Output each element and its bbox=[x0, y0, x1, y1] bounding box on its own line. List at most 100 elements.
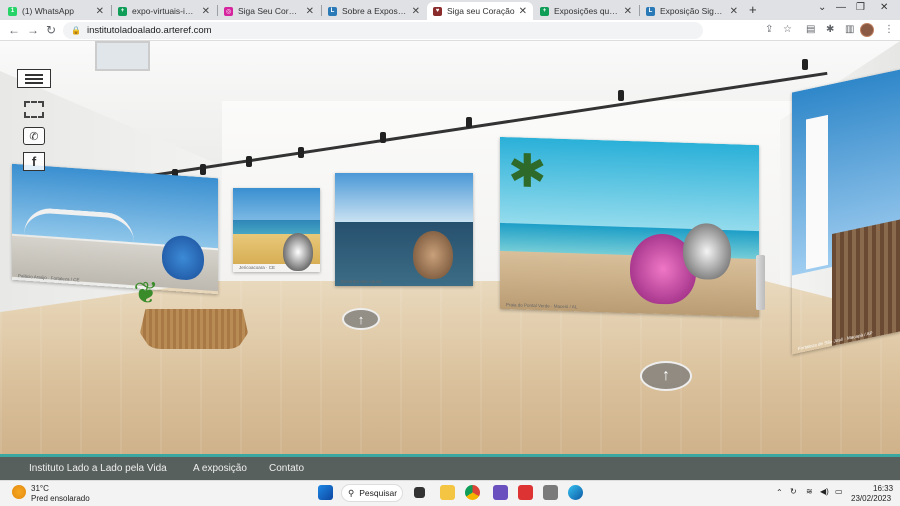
minimize-icon[interactable]: — bbox=[836, 2, 846, 13]
close-tab-icon[interactable]: ✕ bbox=[730, 6, 738, 17]
tab-label: Exposições que não p bbox=[554, 6, 620, 16]
menu-bars bbox=[25, 73, 43, 84]
avatar[interactable] bbox=[860, 23, 874, 37]
battery-icon[interactable]: ▭ bbox=[835, 487, 843, 496]
weather-icon[interactable] bbox=[12, 485, 26, 499]
windows-start-icon[interactable] bbox=[318, 485, 333, 500]
close-tab-icon[interactable]: ✕ bbox=[202, 6, 210, 17]
search-icon: ⚲ bbox=[348, 487, 355, 498]
volume-icon[interactable]: ◀) bbox=[820, 487, 829, 496]
temperature[interactable]: 31°C bbox=[31, 484, 49, 493]
heart-sculpture bbox=[683, 222, 731, 281]
facebook-icon[interactable]: f bbox=[23, 152, 45, 171]
more-options-icon[interactable]: ⋮ bbox=[884, 24, 894, 35]
white-tower bbox=[806, 114, 828, 270]
restore-icon[interactable]: ❐ bbox=[856, 2, 865, 13]
tab-label: Sobre a Exposição Sig bbox=[342, 6, 408, 16]
wooden-bench bbox=[140, 309, 248, 349]
artwork-panel-fortaleza-sao-jose[interactable]: Fortaleza de São José · Macapá / AP bbox=[792, 69, 900, 355]
spotlight bbox=[380, 132, 386, 143]
url-text: institutoladoalado.arteref.com bbox=[86, 25, 212, 36]
clock-time[interactable]: 16:33 bbox=[873, 484, 893, 493]
gallery-viewport[interactable]: Palácio Araújo · Fortaleza / CE Jericoac… bbox=[0, 41, 900, 454]
footer-link-contato[interactable]: Contato bbox=[269, 463, 304, 474]
tab-exposicao-siga[interactable]: L Exposição Siga - Insti ✕ bbox=[640, 2, 744, 20]
search-label: Pesquisar bbox=[359, 488, 398, 498]
fullscreen-frame bbox=[24, 101, 44, 118]
edge-icon[interactable] bbox=[568, 485, 583, 500]
taskbar-search[interactable]: ⚲ Pesquisar bbox=[341, 484, 403, 502]
footer-link-exposicao[interactable]: A exposição bbox=[193, 463, 247, 474]
windows-taskbar: 31°C Pred ensolarado ⚲ Pesquisar ⌃ ↻ ≋ ◀… bbox=[0, 480, 900, 506]
chrome-icon[interactable] bbox=[465, 485, 480, 500]
close-tab-icon[interactable]: ✕ bbox=[306, 6, 314, 17]
star-icon[interactable]: ☆ bbox=[783, 24, 792, 35]
palm-tree: ✱ bbox=[508, 144, 547, 198]
sync-icon[interactable]: ↻ bbox=[790, 487, 797, 496]
heart-sculpture bbox=[413, 231, 453, 279]
spotlight bbox=[298, 147, 304, 158]
browser-toolbar: ← → ↻ 🔒 institutoladoalado.arteref.com ⇪… bbox=[0, 20, 900, 41]
extensions-icon[interactable]: ✱ bbox=[826, 24, 834, 35]
tab-label: Siga seu Coração bbox=[447, 6, 515, 16]
plus-icon[interactable]: + bbox=[749, 2, 757, 17]
tab-label: Exposição Siga - Insti bbox=[660, 6, 726, 16]
tab-exposicoes[interactable]: + Exposições que não p ✕ bbox=[534, 2, 638, 20]
close-window-icon[interactable]: ✕ bbox=[880, 2, 888, 13]
browser-tab-strip: 1 (1) WhatsApp ✕ + expo-virtuais-instagr… bbox=[0, 0, 900, 20]
spotlight bbox=[246, 156, 252, 167]
fullscreen-icon[interactable] bbox=[23, 100, 45, 119]
forward-icon[interactable]: → bbox=[27, 23, 39, 37]
arrow-up-icon[interactable]: ↑ bbox=[640, 361, 692, 391]
reload-icon[interactable]: ↻ bbox=[46, 23, 56, 37]
wooden-deck bbox=[832, 219, 900, 346]
file-explorer-icon[interactable] bbox=[440, 485, 455, 500]
app-icon[interactable] bbox=[543, 485, 558, 500]
share-icon[interactable]: ⇪ bbox=[765, 24, 773, 35]
close-tab-icon[interactable]: ✕ bbox=[412, 6, 420, 17]
whatsapp-icon[interactable]: ✆ bbox=[23, 127, 45, 145]
tab-whatsapp[interactable]: 1 (1) WhatsApp ✕ bbox=[2, 2, 110, 20]
sheets-favicon-icon: + bbox=[540, 6, 549, 16]
tab-sobre-exposicao[interactable]: L Sobre a Exposição Sig ✕ bbox=[322, 2, 426, 20]
arrow-up-icon[interactable]: ↑ bbox=[342, 308, 380, 330]
hamburger-icon[interactable] bbox=[17, 69, 51, 88]
panel-sky bbox=[335, 173, 473, 224]
artwork-panel-pontal-verde[interactable]: ✱ Praia do Pontal Verde · Maceió / AL bbox=[500, 136, 759, 318]
reading-list-icon[interactable]: ▤ bbox=[806, 24, 815, 35]
tab-expo-virtuais[interactable]: + expo-virtuais-instagra ✕ bbox=[112, 2, 216, 20]
back-icon[interactable]: ← bbox=[8, 23, 20, 37]
artwork-panel-encontro-das-aguas[interactable]: Encontro das Águas bbox=[335, 173, 473, 286]
speaker bbox=[756, 255, 765, 310]
site-footer: Instituto Lado a Lado pela Vida A exposi… bbox=[0, 454, 900, 480]
site-favicon-icon: L bbox=[646, 6, 655, 16]
heart-sculpture bbox=[283, 233, 313, 271]
tab-label: (1) WhatsApp bbox=[22, 6, 74, 16]
clock-date[interactable]: 23/02/2023 bbox=[851, 494, 891, 503]
artwork-panel-jericoacoara[interactable]: Jericoacoara · CE bbox=[233, 188, 320, 272]
task-view-icon[interactable] bbox=[414, 487, 425, 498]
lock-icon: 🔒 bbox=[71, 26, 81, 35]
app-icon[interactable] bbox=[493, 485, 508, 500]
artwork-panel-palacio[interactable]: Palácio Araújo · Fortaleza / CE bbox=[12, 163, 218, 294]
spotlight bbox=[200, 164, 206, 175]
sheets-favicon-icon: + bbox=[118, 6, 127, 16]
chevron-down-icon[interactable]: ⌄ bbox=[818, 2, 826, 13]
weather-description[interactable]: Pred ensolarado bbox=[31, 494, 90, 503]
chevron-up-icon[interactable]: ⌃ bbox=[776, 488, 783, 497]
spotlight bbox=[802, 59, 808, 70]
artwork-caption: Encontro das Águas bbox=[341, 279, 382, 284]
footer-link-instituto[interactable]: Instituto Lado a Lado pela Vida bbox=[29, 463, 167, 474]
heart-favicon-icon: ♥ bbox=[433, 6, 442, 16]
spotlight bbox=[618, 90, 624, 101]
wifi-icon[interactable]: ≋ bbox=[806, 487, 813, 496]
address-bar[interactable]: 🔒 institutoladoalado.arteref.com bbox=[63, 22, 703, 39]
close-tab-icon[interactable]: ✕ bbox=[624, 6, 632, 17]
close-tab-icon[interactable]: ✕ bbox=[96, 6, 104, 17]
tab-siga-seu-coracao[interactable]: ♥ Siga seu Coração ✕ bbox=[427, 2, 533, 20]
side-panel-icon[interactable]: ▥ bbox=[845, 24, 854, 35]
tab-instagram[interactable]: ◎ Siga Seu Coração no ✕ bbox=[218, 2, 320, 20]
app-icon[interactable] bbox=[518, 485, 533, 500]
close-tab-icon[interactable]: ✕ bbox=[519, 6, 527, 17]
tab-label: expo-virtuais-instagra bbox=[132, 6, 198, 16]
